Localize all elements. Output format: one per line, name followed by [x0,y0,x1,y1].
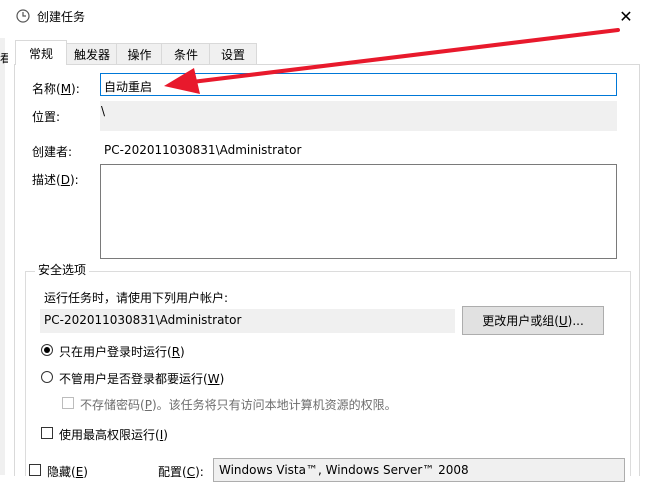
author-label: 创建者: [32,145,73,159]
run-logged-on-label[interactable]: 只在用户登录时运行(R) [59,343,185,360]
location-label: 位置: [32,110,61,124]
run-highest-privileges-checkbox[interactable] [41,427,53,439]
run-as-label: 运行任务时，请使用下列用户帐户: [44,291,229,305]
hidden-checkbox[interactable] [29,464,41,476]
security-options-title: 安全选项 [35,261,90,278]
background-window-text: 看 [0,52,8,65]
configure-for-label: 配置(C): [158,465,204,479]
run-whether-logged-radio[interactable] [41,371,53,383]
author-value: PC-202011030831\Administrator [104,143,302,157]
change-user-button[interactable]: 更改用户或组(U)... [462,306,604,335]
tab-general[interactable]: 常规 [15,40,67,65]
description-label: 描述(D): [32,173,79,187]
run-logged-on-radio[interactable] [41,344,53,356]
user-account-value: PC-202011030831\Administrator [44,313,242,327]
do-not-store-password-checkbox[interactable] [62,397,74,409]
tab-triggers[interactable]: 触发器 [66,43,118,64]
hidden-label[interactable]: 隐藏(E) [47,463,88,480]
configure-for-select[interactable]: Windows Vista™, Windows Server™ 2008 [213,458,625,482]
description-textarea[interactable] [100,164,617,259]
change-user-button-label: 更改用户或组(U)... [482,314,584,328]
tab-label: 操作 [127,47,152,62]
tab-label: 常规 [28,46,53,61]
red-arrow-annotation [164,28,620,94]
tab-label: 触发器 [73,47,110,62]
location-value: \ [101,104,106,118]
clock-icon [16,9,30,23]
run-whether-logged-label[interactable]: 不管用户是否登录都要运行(W) [59,370,224,387]
name-label: 名称(M): [32,82,80,96]
do-not-store-password-label: 不存储密码(P)。该任务将只有访问本地计算机资源的权限。 [80,398,397,412]
name-input-value: 自动重启 [104,80,153,94]
window-title: 创建任务 [37,10,86,24]
user-account-field: PC-202011030831\Administrator [40,309,455,333]
location-field: \ [100,101,617,131]
run-highest-privileges-label[interactable]: 使用最高权限运行(I) [59,426,168,443]
background-window-edge [0,38,5,475]
